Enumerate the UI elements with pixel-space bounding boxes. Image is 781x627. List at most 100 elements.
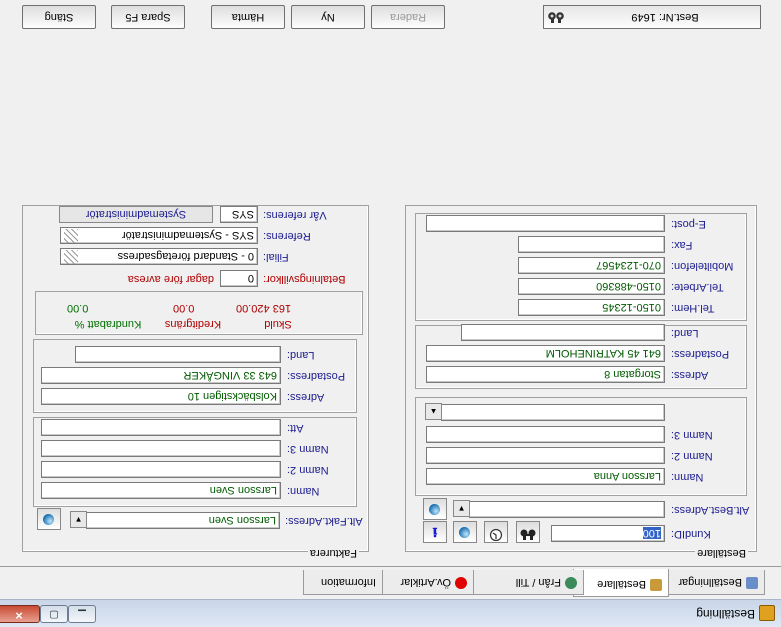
- tab-information[interactable]: Information: [303, 570, 383, 595]
- billing-address-input[interactable]: Kolsbäckstigen 10: [41, 388, 281, 405]
- email-input[interactable]: [426, 215, 665, 232]
- tab-other-articles[interactable]: Öv.Artiklar: [372, 570, 474, 595]
- fetch-button[interactable]: Hämta: [211, 5, 285, 29]
- billing-name3-input[interactable]: [41, 440, 281, 457]
- our-reference-label: Vår referens:: [263, 209, 327, 221]
- billing-name3-label: Namn 3:: [287, 443, 329, 455]
- tel-work-input[interactable]: 0150-488360: [518, 278, 665, 295]
- our-reference-name-button[interactable]: Systemadministratör: [59, 206, 213, 223]
- globe-icon: [565, 577, 577, 589]
- billing-country-label: Land:: [287, 349, 315, 361]
- tab-customer[interactable]: Beställare: [573, 569, 669, 597]
- kundid-label: KundID:: [671, 528, 711, 540]
- payment-terms-suffix: dagar före avresa: [127, 273, 214, 285]
- orderer-name-input[interactable]: Larsson Anna: [426, 468, 665, 485]
- billing-name-input[interactable]: Larsson Sven: [41, 482, 281, 499]
- orderer-extra-select[interactable]: [441, 404, 665, 421]
- orders-icon: [746, 577, 758, 589]
- tel-work-label: Tel.Arbete:: [671, 281, 724, 293]
- billing-att-input[interactable]: [41, 419, 281, 436]
- billing-postaddress-input[interactable]: 643 33 VINGÅKER: [41, 367, 281, 384]
- billing-postaddress-label: Postadress:: [287, 370, 346, 382]
- fax-label: Fax:: [671, 239, 693, 251]
- orderer-address-input[interactable]: Storgatan 8: [426, 366, 665, 383]
- billing-name-label: Namn:: [287, 485, 320, 497]
- tab-orders[interactable]: Beställningar: [655, 570, 765, 595]
- delete-button[interactable]: Radera: [371, 5, 445, 29]
- credit-label: Kreditgräns: [164, 318, 222, 330]
- email-label: E-post:: [671, 218, 706, 230]
- debt-label: Skuld: [264, 318, 292, 330]
- payment-terms-label: Betalningsvillkor:: [263, 273, 346, 285]
- resize-grip-icon: [64, 229, 78, 243]
- discount-label: Kundrabatt %: [74, 318, 142, 330]
- title-bar[interactable]: Beställning ▁ ▢ ✕: [0, 599, 781, 627]
- customer-globe-button[interactable]: [453, 521, 477, 543]
- info-icon: ℹ: [432, 525, 438, 539]
- save-button[interactable]: Spara F5: [111, 5, 185, 29]
- branch-label: Filial:: [263, 251, 289, 263]
- billing-address-label: Adress:: [287, 391, 325, 403]
- chevron-down-icon[interactable]: ▼: [453, 500, 470, 517]
- customer-info-button[interactable]: ℹ: [423, 521, 447, 543]
- kundid-input[interactable]: 100: [551, 525, 665, 542]
- credit-value: 0.00: [173, 302, 195, 314]
- alt-order-address-label: Alt.Best.Adress:: [671, 504, 750, 516]
- tel-home-input[interactable]: 0150-12345: [518, 299, 665, 316]
- order-number-button[interactable]: Best.Nr: 1649: [543, 5, 761, 29]
- mobile-input[interactable]: 070-1234567: [518, 257, 665, 274]
- alt-billing-address-select[interactable]: Larsson Sven: [86, 512, 280, 529]
- globe-icon: [459, 527, 471, 538]
- close-window-button[interactable]: ✕: [0, 605, 40, 623]
- fax-input[interactable]: [518, 236, 665, 253]
- window-title: Beställning: [696, 607, 755, 621]
- find-customer-button[interactable]: [516, 521, 540, 543]
- billing-name2-input[interactable]: [41, 461, 281, 478]
- orderer-postaddress-input[interactable]: 641 45 KATRINEHOLM: [426, 345, 665, 362]
- minimize-button[interactable]: ▁: [68, 605, 96, 623]
- alt-order-address-button[interactable]: [423, 498, 447, 520]
- branch-select[interactable]: 0 - Standard företagsadress: [60, 248, 258, 265]
- new-button[interactable]: Ny: [291, 5, 365, 29]
- orderer-name2-input[interactable]: [426, 447, 665, 464]
- chevron-down-icon[interactable]: ▼: [70, 511, 87, 528]
- our-reference-code-input[interactable]: SYS: [220, 206, 258, 223]
- billing-name2-label: Namn 2:: [287, 464, 329, 476]
- tab-strip: Beställningar Beställare Från / Till Öv.…: [0, 566, 781, 597]
- payment-terms-input[interactable]: 0: [220, 270, 258, 287]
- discount-value: 0.00: [67, 302, 89, 314]
- billing-country-input[interactable]: [75, 346, 281, 363]
- red-dot-icon: [455, 577, 467, 589]
- orderer-country-input[interactable]: [461, 324, 665, 341]
- orderer-group-label: Beställare: [695, 547, 748, 559]
- search-orders-icon: [548, 12, 564, 23]
- reference-select[interactable]: SYS - Systemadministratör: [60, 227, 258, 244]
- maximize-button[interactable]: ▢: [40, 605, 68, 623]
- billing-att-label: Att:: [287, 422, 304, 434]
- binoculars-icon: [520, 529, 536, 540]
- orderer-name2-label: Namn 2:: [671, 450, 713, 462]
- reference-label: Referens:: [263, 230, 311, 242]
- tel-home-label: Tel.Hem:: [671, 302, 715, 314]
- orderer-name3-label: Namn 3:: [671, 429, 713, 441]
- globe-icon: [429, 504, 441, 515]
- alt-billing-address-label: Alt.Fakt.Adress:: [285, 515, 363, 527]
- billing-group-label: Fakturera: [307, 547, 359, 559]
- close-button[interactable]: Stäng: [22, 5, 96, 29]
- order-number-label: Best.Nr: 1649: [631, 11, 699, 23]
- mobile-label: Mobiltelefon:: [671, 260, 734, 272]
- app-icon: [759, 605, 775, 621]
- customer-history-button[interactable]: [484, 521, 508, 543]
- debt-value: 163 420.00: [236, 302, 292, 314]
- chevron-up-icon[interactable]: ▲: [425, 403, 442, 420]
- clock-icon: [489, 528, 503, 542]
- alt-billing-address-button[interactable]: [37, 508, 61, 530]
- tab-from-to[interactable]: Från / Till: [470, 570, 584, 595]
- orderer-name3-input[interactable]: [426, 426, 665, 443]
- orderer-postaddress-label: Postadress:: [671, 348, 730, 360]
- orderer-country-label: Land:: [671, 327, 699, 339]
- orderer-name-label: Namn:: [671, 471, 704, 483]
- alt-order-address-select[interactable]: [469, 501, 665, 518]
- resize-grip-icon: [64, 250, 78, 264]
- orderer-address-label: Adress:: [671, 369, 709, 381]
